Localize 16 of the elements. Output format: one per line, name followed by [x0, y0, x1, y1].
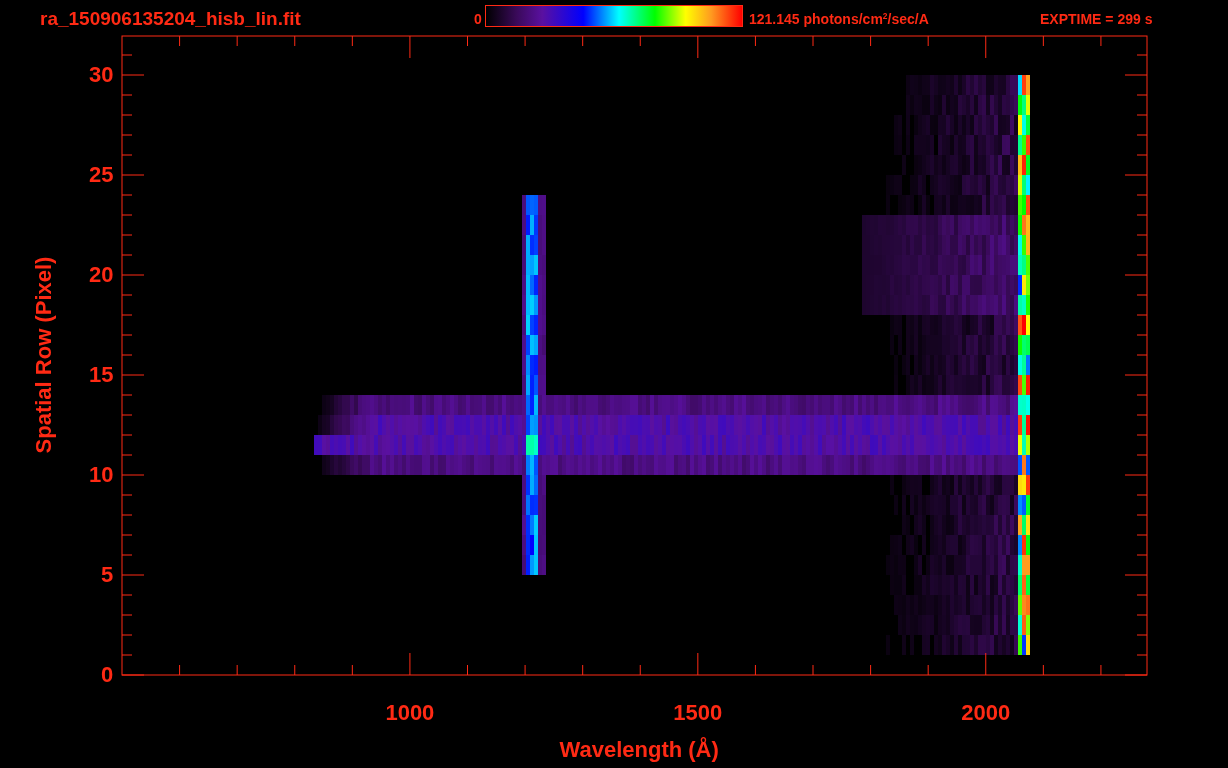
y-tick-label: 10 [89, 464, 114, 486]
x-axis-title: Wavelength (Å) [559, 739, 719, 761]
y-tick-label: 30 [89, 64, 114, 86]
x-tick-label: 1500 [673, 702, 723, 724]
y-tick-label: 20 [89, 264, 114, 286]
colorbar-max-label: 121.145 photons/cm$^{2}$/sec/A [749, 12, 929, 26]
colorbar-min-label: 0 [474, 12, 482, 26]
y-axis-title: Spatial Row (Pixel) [32, 256, 55, 454]
y-tick-label: 5 [101, 564, 114, 586]
x-tick-label: 2000 [961, 702, 1011, 724]
y-tick-label: 25 [89, 164, 114, 186]
y-tick-label: 0 [101, 664, 114, 686]
y-tick-label: 15 [89, 364, 114, 386]
file-name: ra_150906135204_hisb_lin.fit [40, 8, 301, 28]
exposure-time: EXPTIME = 299 s [1040, 12, 1153, 26]
x-tick-label: 1000 [385, 702, 435, 724]
